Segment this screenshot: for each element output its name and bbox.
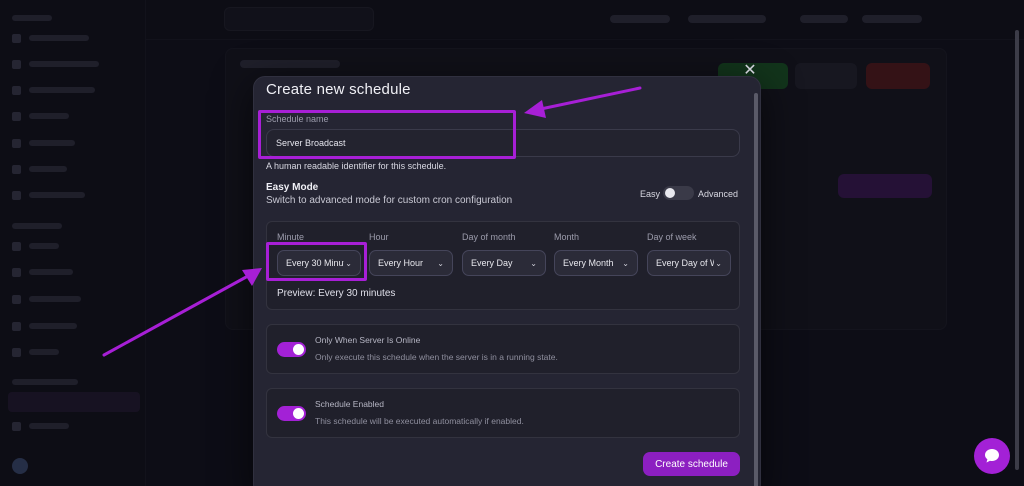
advanced-mode-toggle[interactable] [663, 186, 694, 200]
cron-day-of-month-select[interactable]: Every Day ⌄ [462, 250, 546, 276]
cron-hour-select[interactable]: Every Hour ⌄ [369, 250, 453, 276]
chevron-down-icon: ⌄ [622, 258, 629, 268]
cron-preview: Preview: Every 30 minutes [277, 288, 396, 299]
option-description: This schedule will be executed automatic… [315, 416, 524, 426]
cron-hour-group: Hour [369, 232, 453, 244]
cron-month-group: Month [554, 232, 638, 244]
cron-month-value: Every Month [563, 258, 614, 268]
easy-mode-description: Switch to advanced mode for custom cron … [266, 195, 513, 206]
chat-bubble-glyph [985, 449, 999, 463]
chevron-down-icon: ⌄ [437, 258, 444, 268]
annotation-highlight-name [258, 110, 516, 159]
close-icon[interactable]: ✕ [742, 63, 758, 79]
create-schedule-button[interactable]: Create schedule [643, 452, 740, 476]
cron-day-of-week-label: Day of week [647, 232, 697, 242]
cron-month-select[interactable]: Every Month ⌄ [554, 250, 638, 276]
toggle-knob [293, 408, 304, 419]
chat-bubble-icon[interactable] [974, 438, 1010, 474]
toggle-knob [293, 344, 304, 355]
chevron-down-icon: ⌄ [715, 258, 722, 268]
option-title: Only When Server Is Online [315, 335, 421, 345]
option-schedule-enabled: Schedule Enabled This schedule will be e… [266, 388, 740, 438]
chevron-down-icon: ⌄ [530, 258, 537, 268]
option-description: Only execute this schedule when the serv… [315, 352, 558, 362]
option-server-online: Only When Server Is Online Only execute … [266, 324, 740, 374]
modal-scrollbar[interactable] [754, 93, 758, 486]
cron-day-of-month-value: Every Day [471, 258, 513, 268]
easy-label: Easy [640, 189, 661, 199]
toggle-knob [665, 188, 675, 198]
cron-hour-value: Every Hour [378, 258, 424, 268]
cron-day-of-month-label: Day of month [462, 232, 516, 242]
cron-day-of-week-select[interactable]: Every Day of Week ⌄ [647, 250, 731, 276]
easy-mode-title: Easy Mode [266, 182, 319, 193]
cron-day-of-week-group: Day of week [647, 232, 731, 244]
schedule-name-helper: A human readable identifier for this sch… [266, 161, 447, 171]
schedule-enabled-toggle[interactable] [277, 406, 306, 421]
cron-day-of-month-group: Day of month [462, 232, 546, 244]
page-scrollbar[interactable] [1015, 30, 1019, 470]
cron-month-label: Month [554, 232, 580, 242]
cron-day-of-week-value: Every Day of Week [656, 258, 714, 268]
option-title: Schedule Enabled [315, 399, 385, 409]
cron-hour-label: Hour [369, 232, 389, 242]
advanced-label: Advanced [698, 189, 739, 199]
annotation-highlight-minute [266, 242, 367, 281]
modal-title: Create new schedule [266, 81, 411, 98]
server-online-toggle[interactable] [277, 342, 306, 357]
